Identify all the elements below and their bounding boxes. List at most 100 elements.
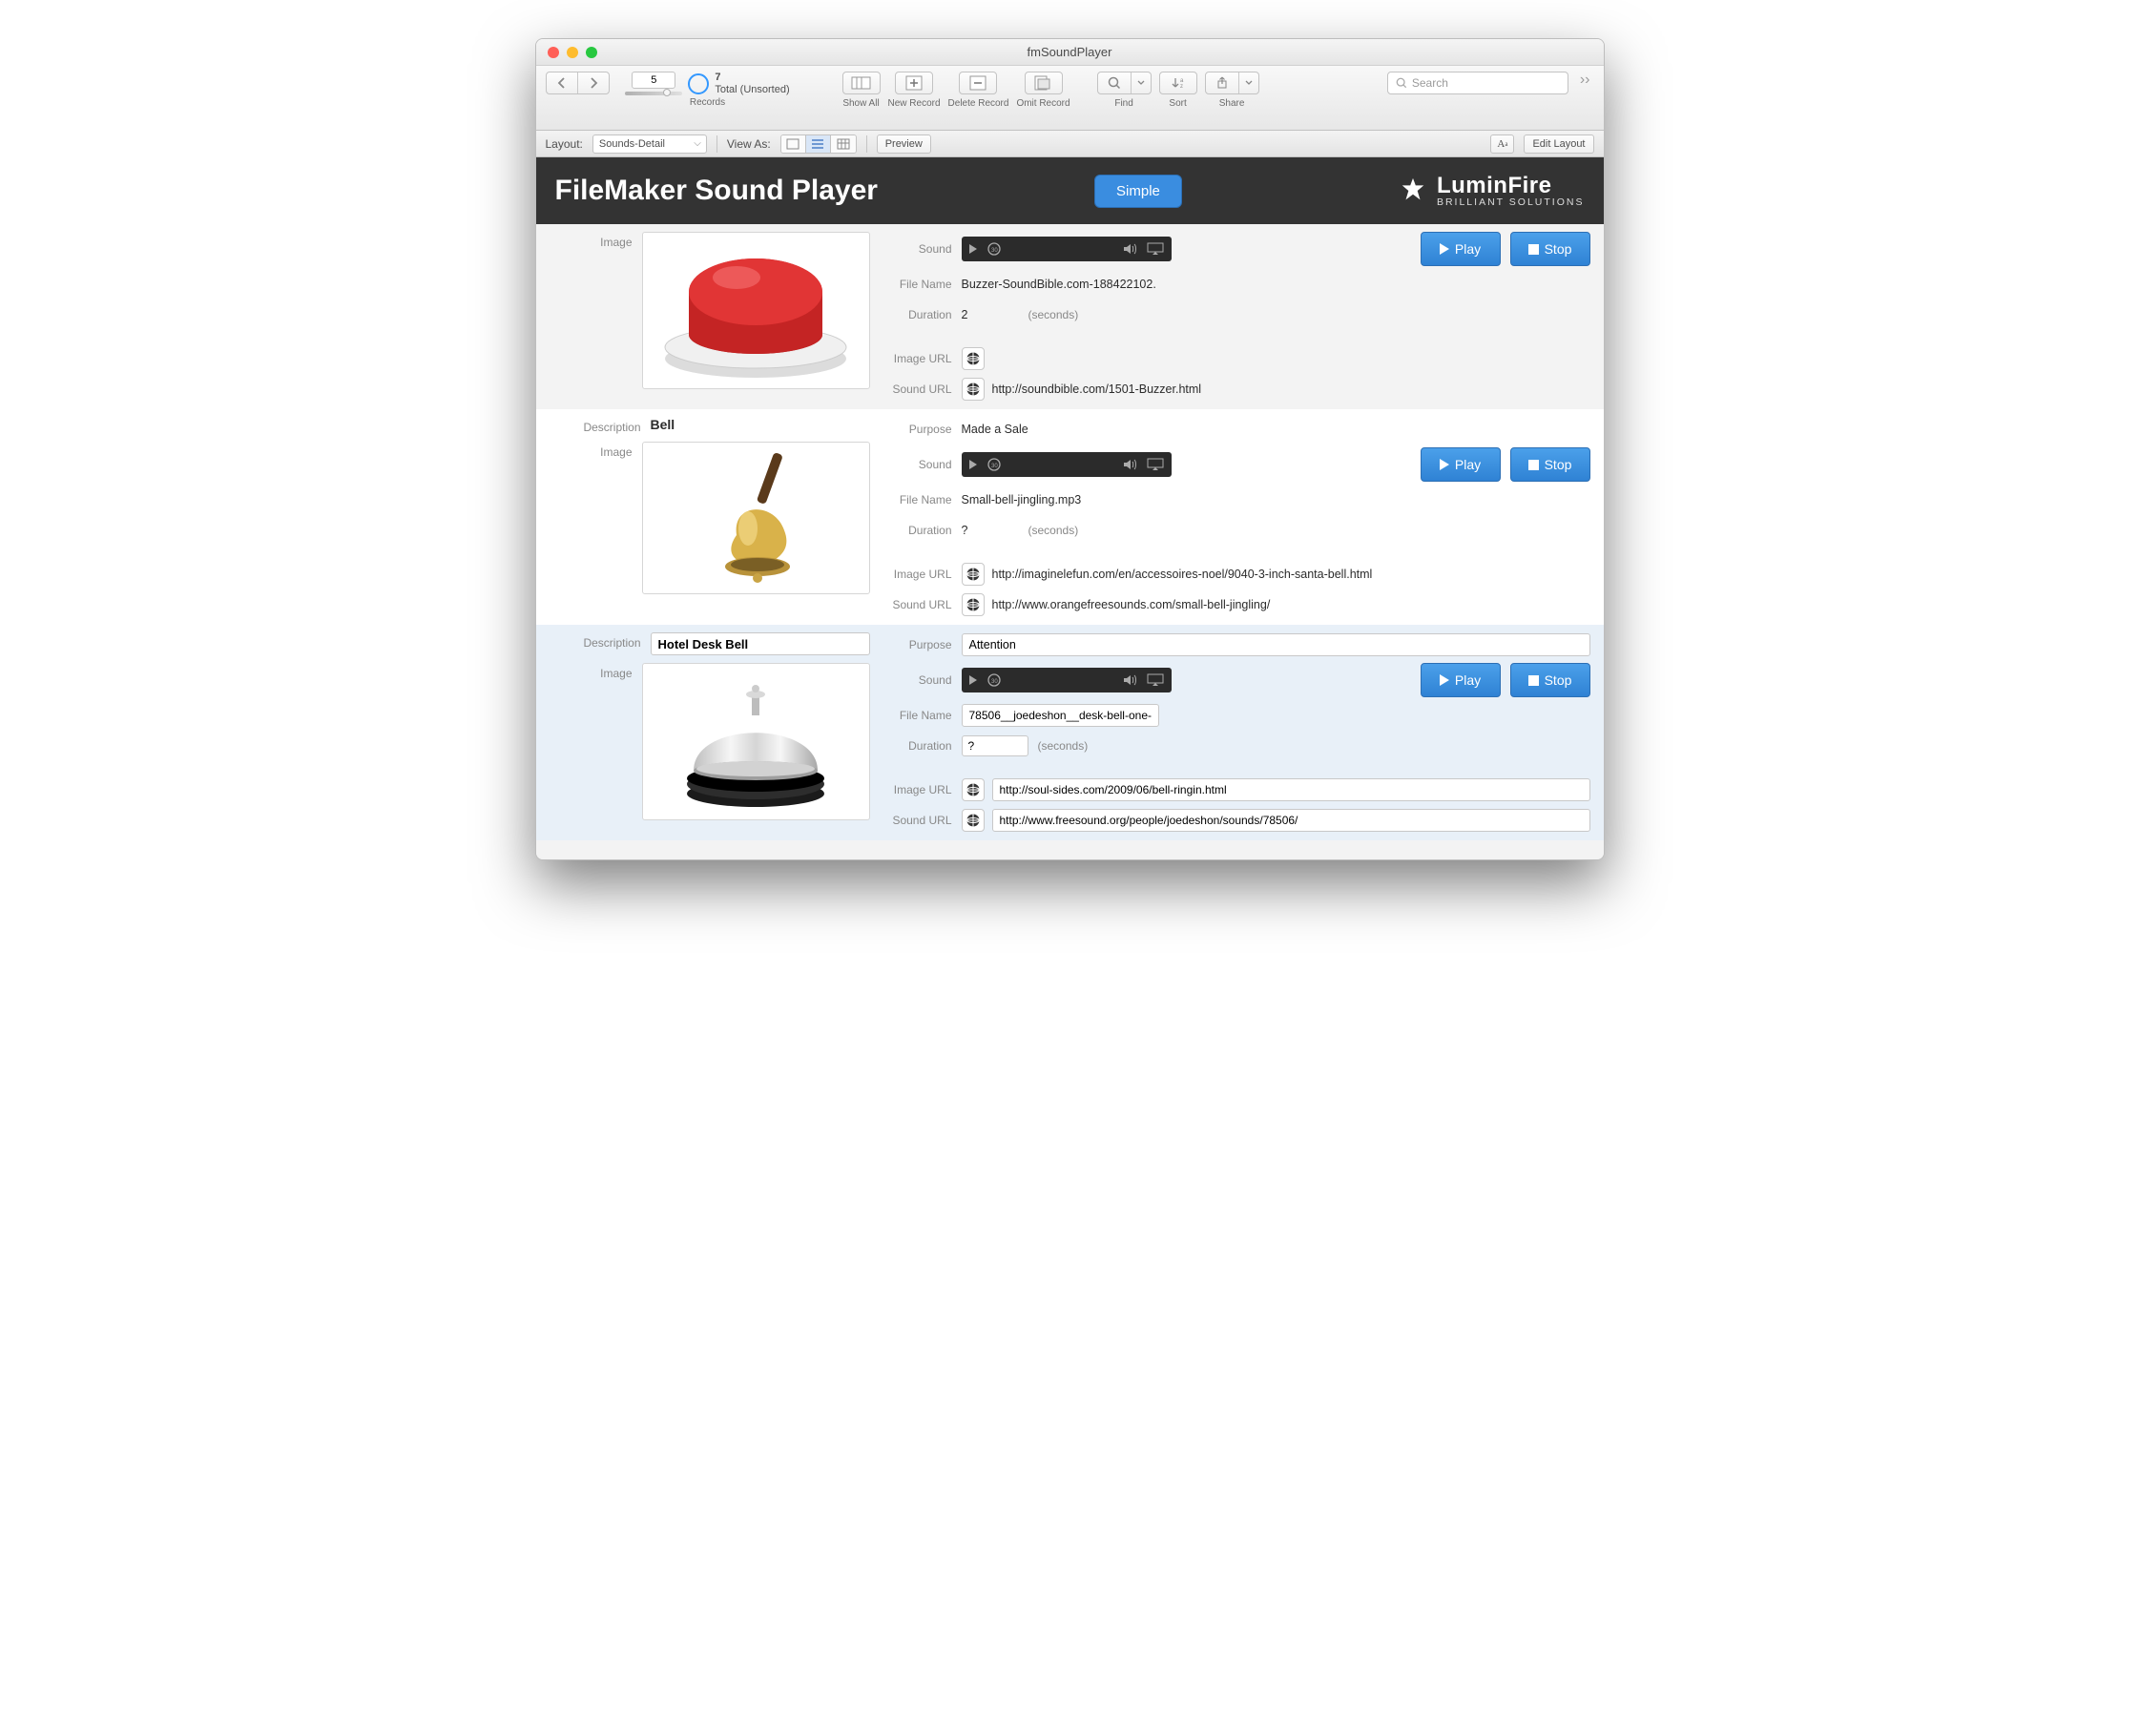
purpose-input[interactable]: Attention bbox=[962, 633, 1590, 656]
toolbar-overflow[interactable]: ›› bbox=[1576, 72, 1594, 89]
svg-text:30: 30 bbox=[991, 248, 998, 254]
search-input[interactable]: Search bbox=[1387, 72, 1568, 94]
pie-status-icon bbox=[688, 73, 709, 94]
share-button[interactable] bbox=[1205, 72, 1259, 94]
share-label: Share bbox=[1219, 98, 1245, 109]
delete-record-label: Delete Record bbox=[948, 98, 1009, 109]
record-row: Description Bell Image bbox=[536, 409, 1604, 625]
purpose-label: Purpose bbox=[880, 423, 962, 436]
image-url-value: http://imaginelefun.com/en/accessoires-n… bbox=[992, 568, 1590, 581]
sort-label: Sort bbox=[1169, 98, 1186, 109]
records-indicator: 5 7 Total (Unsorted) Records bbox=[617, 72, 799, 108]
replay-icon: 30 bbox=[986, 457, 1002, 472]
mode-toggle-button[interactable]: Simple bbox=[1094, 175, 1182, 208]
play-icon bbox=[969, 675, 977, 685]
sound-url-label: Sound URL bbox=[880, 814, 962, 827]
stop-button[interactable]: Stop bbox=[1510, 232, 1590, 266]
image-label: Image bbox=[536, 442, 642, 459]
audio-player[interactable]: 30 bbox=[962, 668, 1172, 692]
open-image-url-button[interactable] bbox=[962, 347, 985, 370]
find-label: Find bbox=[1114, 98, 1132, 109]
seconds-label: (seconds) bbox=[1028, 524, 1079, 537]
sort-button[interactable]: az bbox=[1159, 72, 1197, 94]
record-total-label: 7 Total (Unsorted) bbox=[715, 72, 789, 94]
image-label: Image bbox=[536, 232, 642, 249]
svg-text:30: 30 bbox=[991, 679, 998, 685]
view-table-button[interactable] bbox=[831, 135, 856, 153]
stop-button[interactable]: Stop bbox=[1510, 663, 1590, 697]
layout-label: Layout: bbox=[546, 137, 583, 151]
records-list: Image bbox=[536, 224, 1604, 859]
svg-text:30: 30 bbox=[991, 464, 998, 469]
airplay-icon bbox=[1147, 673, 1164, 687]
sound-label: Sound bbox=[880, 673, 962, 687]
find-dropdown[interactable] bbox=[1132, 72, 1151, 93]
play-button[interactable]: Play bbox=[1421, 447, 1501, 482]
prev-record-button[interactable] bbox=[547, 72, 578, 93]
main-toolbar: 5 7 Total (Unsorted) Records Show All bbox=[536, 66, 1604, 131]
purpose-value: Made a Sale bbox=[962, 423, 1590, 436]
delete-record-button[interactable] bbox=[959, 72, 997, 94]
view-list-button[interactable] bbox=[806, 135, 831, 153]
volume-icon bbox=[1122, 241, 1137, 257]
description-label: Description bbox=[536, 417, 651, 434]
omit-record-button[interactable] bbox=[1025, 72, 1063, 94]
record-row: Image bbox=[536, 224, 1604, 409]
record-row: Description Hotel Desk Bell Image bbox=[536, 625, 1604, 840]
find-button[interactable] bbox=[1097, 72, 1152, 94]
nav-segment bbox=[546, 72, 610, 94]
record-image[interactable] bbox=[642, 442, 870, 594]
open-sound-url-button[interactable] bbox=[962, 593, 985, 616]
duration-input[interactable]: ? bbox=[962, 735, 1028, 756]
brand-name: LuminFire bbox=[1437, 175, 1585, 197]
view-form-button[interactable] bbox=[781, 135, 806, 153]
show-all-button[interactable] bbox=[842, 72, 881, 94]
play-button[interactable]: Play bbox=[1421, 232, 1501, 266]
brand-logo: LuminFire BRILLIANT SOLUTIONS bbox=[1399, 175, 1585, 208]
next-record-button[interactable] bbox=[578, 72, 609, 93]
sound-url-label: Sound URL bbox=[880, 598, 962, 611]
edit-layout-button[interactable]: Edit Layout bbox=[1524, 134, 1593, 154]
audio-player[interactable]: 30 bbox=[962, 452, 1172, 477]
image-url-label: Image URL bbox=[880, 783, 962, 796]
preview-button[interactable]: Preview bbox=[877, 134, 931, 154]
view-as-label: View As: bbox=[727, 137, 771, 151]
window-title: fmSoundPlayer bbox=[536, 45, 1604, 59]
filename-input[interactable]: 78506__joedeshon__desk-bell-one- bbox=[962, 704, 1159, 727]
sound-url-input[interactable]: http://www.freesound.org/people/joedesho… bbox=[992, 809, 1590, 832]
filename-value: Small-bell-jingling.mp3 bbox=[962, 493, 1590, 506]
airplay-icon bbox=[1147, 458, 1164, 471]
page-title: FileMaker Sound Player bbox=[555, 175, 878, 207]
stop-button[interactable]: Stop bbox=[1510, 447, 1590, 482]
volume-icon bbox=[1122, 457, 1137, 472]
current-record-field[interactable]: 5 bbox=[632, 72, 675, 89]
view-as-segment bbox=[780, 134, 857, 154]
record-image[interactable] bbox=[642, 232, 870, 389]
description-input[interactable]: Hotel Desk Bell bbox=[651, 632, 870, 655]
duration-label: Duration bbox=[880, 524, 962, 537]
image-url-input[interactable]: http://soul-sides.com/2009/06/bell-ringi… bbox=[992, 778, 1590, 801]
layout-select[interactable]: Sounds-Detail bbox=[592, 134, 707, 154]
open-sound-url-button[interactable] bbox=[962, 809, 985, 832]
open-image-url-button[interactable] bbox=[962, 563, 985, 586]
sound-url-label: Sound URL bbox=[880, 382, 962, 396]
new-record-button[interactable] bbox=[895, 72, 933, 94]
play-icon bbox=[969, 244, 977, 254]
share-dropdown[interactable] bbox=[1239, 72, 1258, 93]
sound-label: Sound bbox=[880, 242, 962, 256]
open-image-url-button[interactable] bbox=[962, 778, 985, 801]
audio-player[interactable]: 30 bbox=[962, 237, 1172, 261]
sound-url-value: http://www.orangefreesounds.com/small-be… bbox=[992, 598, 1590, 611]
app-window: fmSoundPlayer 5 7 Total (Unsorted) bbox=[535, 38, 1605, 860]
image-label: Image bbox=[536, 663, 642, 680]
text-format-button[interactable]: Aa bbox=[1490, 134, 1514, 154]
description-value: Bell bbox=[651, 417, 675, 432]
open-sound-url-button[interactable] bbox=[962, 378, 985, 401]
duration-label: Duration bbox=[880, 739, 962, 753]
replay-icon: 30 bbox=[986, 241, 1002, 257]
seconds-label: (seconds) bbox=[1038, 739, 1089, 753]
omit-record-label: Omit Record bbox=[1016, 98, 1070, 109]
record-image[interactable] bbox=[642, 663, 870, 820]
play-button[interactable]: Play bbox=[1421, 663, 1501, 697]
description-label: Description bbox=[536, 632, 651, 650]
